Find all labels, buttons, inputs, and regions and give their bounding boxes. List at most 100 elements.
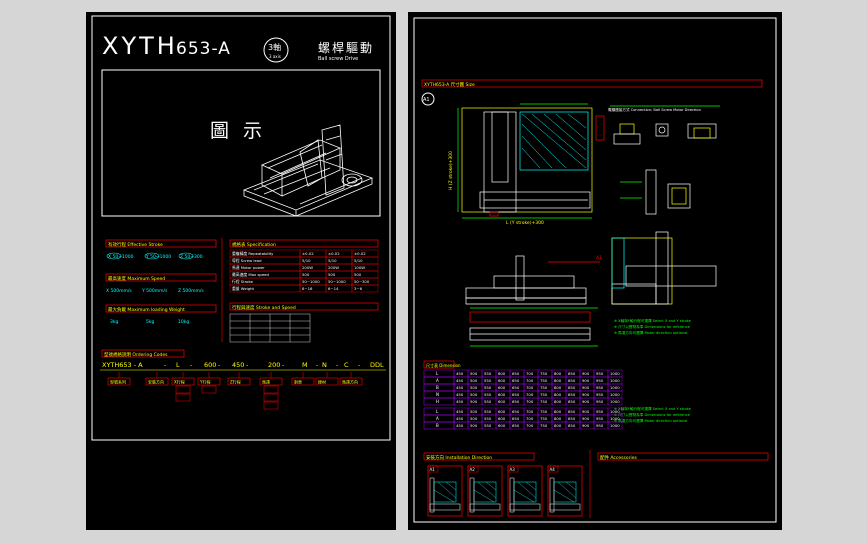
spec-cell: 最高速度 Max speed: [232, 272, 270, 277]
title-model: XYTH: [102, 32, 178, 60]
dim2-cell: 550: [484, 409, 492, 414]
dim-table-header: 尺寸表 Dimension: [426, 362, 461, 368]
ordering-box-label: Z行程: [230, 379, 241, 385]
ordering-header: 型號規格說明 Ordering Codes: [104, 351, 168, 358]
ordering-code-part: XYTH653 - A: [102, 361, 143, 369]
spec-cell: 5/10: [302, 258, 311, 263]
dim2-cell: 600: [498, 409, 506, 414]
dim-cell: 800: [554, 392, 562, 397]
spec-cell: 馬達 Motor power: [232, 265, 265, 270]
dim-cell: 900: [582, 378, 590, 383]
ordering-box-label: 馬達: [262, 379, 270, 385]
install-view-label: A4: [550, 467, 556, 472]
load-3: 10kg: [178, 319, 189, 325]
dim-cell: 750: [540, 385, 548, 390]
spec-cell: 重量 Weight: [232, 286, 255, 291]
dim-cell: 1000: [610, 385, 620, 390]
dim-cell: 950: [596, 392, 604, 397]
spec-cell: 200W: [302, 265, 313, 270]
title-en: Ball screw Drive: [318, 56, 358, 62]
dim2-cell: 550: [484, 423, 492, 428]
dim-cell: 650: [512, 371, 520, 376]
dim2-cell: 900: [582, 416, 590, 421]
dim2-cell: 1000: [610, 423, 620, 428]
spec-cell: 100W: [354, 265, 365, 270]
dim2-cell: 700: [526, 409, 534, 414]
dim-cell: 650: [512, 392, 520, 397]
dim-cell: 1000: [610, 378, 620, 383]
spec-header: 規格表 Specification: [232, 241, 276, 248]
ordering-box-label: Y行程: [199, 379, 210, 385]
install-view-label: A1: [430, 467, 436, 472]
dim-cell: 850: [568, 371, 576, 376]
dim2-cell: 750: [540, 423, 548, 428]
dim-cell: 800: [554, 378, 562, 383]
speed-x: X 500mm/s: [106, 288, 132, 294]
spec-cell: 500: [302, 272, 310, 277]
dim2-cell: 850: [568, 423, 576, 428]
dim-cell: 450: [456, 385, 464, 390]
stroke-z: Z 50~300: [180, 254, 203, 260]
drawing-note: ※ 尺寸以實物為準 Dimensions for reference: [614, 324, 691, 329]
dim2-cell: 1000: [610, 416, 620, 421]
dim-cell: 600: [498, 371, 506, 376]
view-marker-label: A1: [423, 97, 430, 103]
spec-cell: 5/10: [354, 258, 363, 263]
drawing-note-2: ※ 馬達方向可選擇 Motor direction optional: [614, 418, 687, 423]
dim-cell: 500: [470, 378, 478, 383]
dim2-row-label: B: [436, 423, 439, 428]
stroke-values: X 50~1000 Y 50~1000 Z 50~300: [106, 252, 203, 260]
dim2-cell: 650: [512, 423, 520, 428]
dim-cell: 600: [498, 399, 506, 404]
dim-cell: 550: [484, 392, 492, 397]
dim-cell: 950: [596, 385, 604, 390]
spec-cell: 導程 Screw lead: [232, 258, 262, 263]
ordering-box-label: 馬達方向: [342, 379, 358, 385]
ordering-code-part: DDL: [370, 361, 384, 369]
dim-cell: 500: [470, 399, 478, 404]
title-cn: 螺桿驅動: [318, 40, 374, 55]
dim-cell: 550: [484, 378, 492, 383]
dim-cell: 800: [554, 385, 562, 390]
dim-cell: 450: [456, 371, 464, 376]
spec-cell: 50~300: [354, 279, 370, 284]
drawing-note: ※ X軸與Y軸行程可選擇 Select X and Y stroke: [614, 318, 692, 323]
dim2-cell: 450: [456, 423, 464, 428]
speed-header: 最高速度 Maximum Speed: [108, 275, 165, 282]
dim-cell: 950: [596, 378, 604, 383]
dim2-cell: 550: [484, 416, 492, 421]
speed-z: Z 500mm/s: [178, 288, 204, 294]
dim2-cell: 650: [512, 416, 520, 421]
dim-cell: 750: [540, 371, 548, 376]
stroke-header: 有效行程 Effective Stroke: [108, 241, 163, 248]
dim-row-label: H: [436, 399, 439, 404]
height-note: H (Z stroke)+300: [448, 151, 454, 190]
dim2-cell: 750: [540, 409, 548, 414]
ordering-code-part: 200: [268, 361, 280, 369]
dim-cell: 950: [596, 371, 604, 376]
ordering-code-part: N: [322, 361, 327, 369]
dim-cell: 600: [498, 385, 506, 390]
dim2-cell: 950: [596, 423, 604, 428]
install-header: 安裝方向 Installation Direction: [426, 454, 492, 461]
dim-cell: 900: [582, 392, 590, 397]
dim2-cell: 600: [498, 416, 506, 421]
dim-cell: 550: [484, 399, 492, 404]
dim-cell: 750: [540, 399, 548, 404]
dim-cell: 650: [512, 385, 520, 390]
dim2-cell: 800: [554, 423, 562, 428]
dim-cell: 550: [484, 371, 492, 376]
dim2-cell: 800: [554, 409, 562, 414]
spec-cell: 50~1000: [302, 279, 320, 284]
spec-cell: 行程 Stroke: [232, 279, 254, 284]
install-view-label: A3: [510, 467, 516, 472]
dim-cell: 900: [582, 371, 590, 376]
dim-cell: 600: [498, 392, 506, 397]
spec-cell: 8~16: [302, 286, 313, 291]
spec-cell: ±0.02: [328, 251, 340, 256]
dim2-cell: 850: [568, 416, 576, 421]
speed-values: X 500mm/s Y 500mm/s Z 500mm/s: [106, 288, 204, 294]
dim2-cell: 450: [456, 416, 464, 421]
dim2-cell: 850: [568, 409, 576, 414]
axis-badge-text: 3軸: [268, 42, 281, 52]
